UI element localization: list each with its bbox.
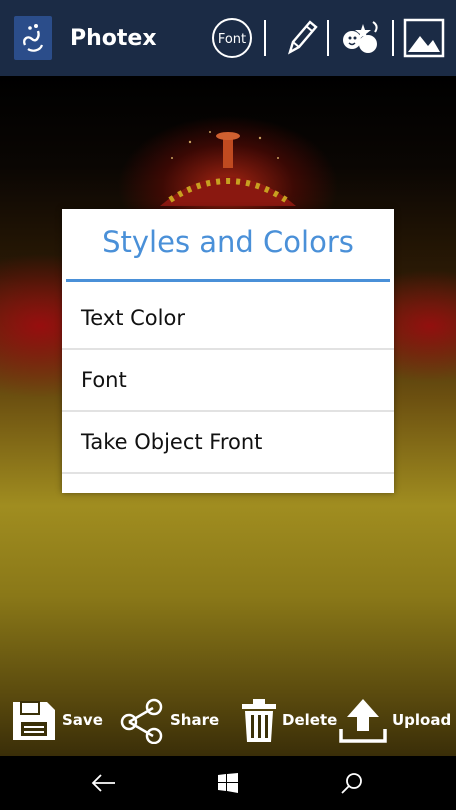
- toolbar-divider: [327, 20, 329, 56]
- calligraphy-logo-icon: [14, 16, 52, 60]
- toolbar-divider: [392, 20, 394, 56]
- font-button[interactable]: Font: [208, 14, 256, 62]
- search-button[interactable]: [337, 768, 367, 798]
- lamp-image: [160, 131, 296, 206]
- share-label: Share: [170, 711, 220, 729]
- upload-icon: [339, 699, 387, 743]
- menu-item-label: Font: [81, 368, 127, 392]
- image-button[interactable]: [400, 14, 448, 62]
- app-title: Photex: [70, 26, 157, 51]
- windows-icon: [218, 773, 238, 793]
- menu-item-text-color[interactable]: Text Color: [62, 288, 394, 350]
- styles-colors-dialog: Styles and Colors Text Color Font Take O…: [62, 209, 394, 493]
- font-icon: Font: [218, 32, 246, 47]
- menu-item-font[interactable]: Font: [62, 350, 394, 412]
- back-button[interactable]: [89, 768, 119, 798]
- dialog-title: Styles and Colors: [102, 225, 354, 259]
- app-bar: Photex Font: [0, 0, 456, 76]
- back-arrow-icon: [91, 774, 115, 792]
- upload-button[interactable]: Upload: [338, 688, 451, 752]
- pencil-button[interactable]: [276, 14, 324, 62]
- share-button[interactable]: Share: [118, 688, 219, 752]
- toolbar-divider: [264, 20, 266, 56]
- action-bar: Save Share Delete Upload: [0, 688, 456, 756]
- menu-item-label: Text Color: [81, 306, 185, 330]
- system-nav-bar: [0, 756, 456, 810]
- home-button[interactable]: [213, 768, 243, 798]
- trash-icon: [242, 699, 276, 742]
- menu-item-label: Take Object Front: [81, 430, 263, 454]
- search-icon: [341, 773, 362, 794]
- upload-label: Upload: [392, 711, 452, 729]
- pencil-icon: [288, 20, 318, 55]
- stickers-button[interactable]: [336, 14, 384, 62]
- save-button[interactable]: Save: [10, 688, 103, 752]
- share-icon: [120, 698, 163, 744]
- delete-button[interactable]: Delete: [240, 688, 337, 752]
- save-icon: [13, 701, 55, 740]
- dialog-divider: [66, 279, 390, 282]
- menu-item-take-object-front[interactable]: Take Object Front: [62, 412, 394, 474]
- image-icon: [403, 18, 445, 58]
- stickers-icon: [343, 21, 378, 53]
- save-label: Save: [62, 711, 103, 729]
- delete-label: Delete: [282, 711, 338, 729]
